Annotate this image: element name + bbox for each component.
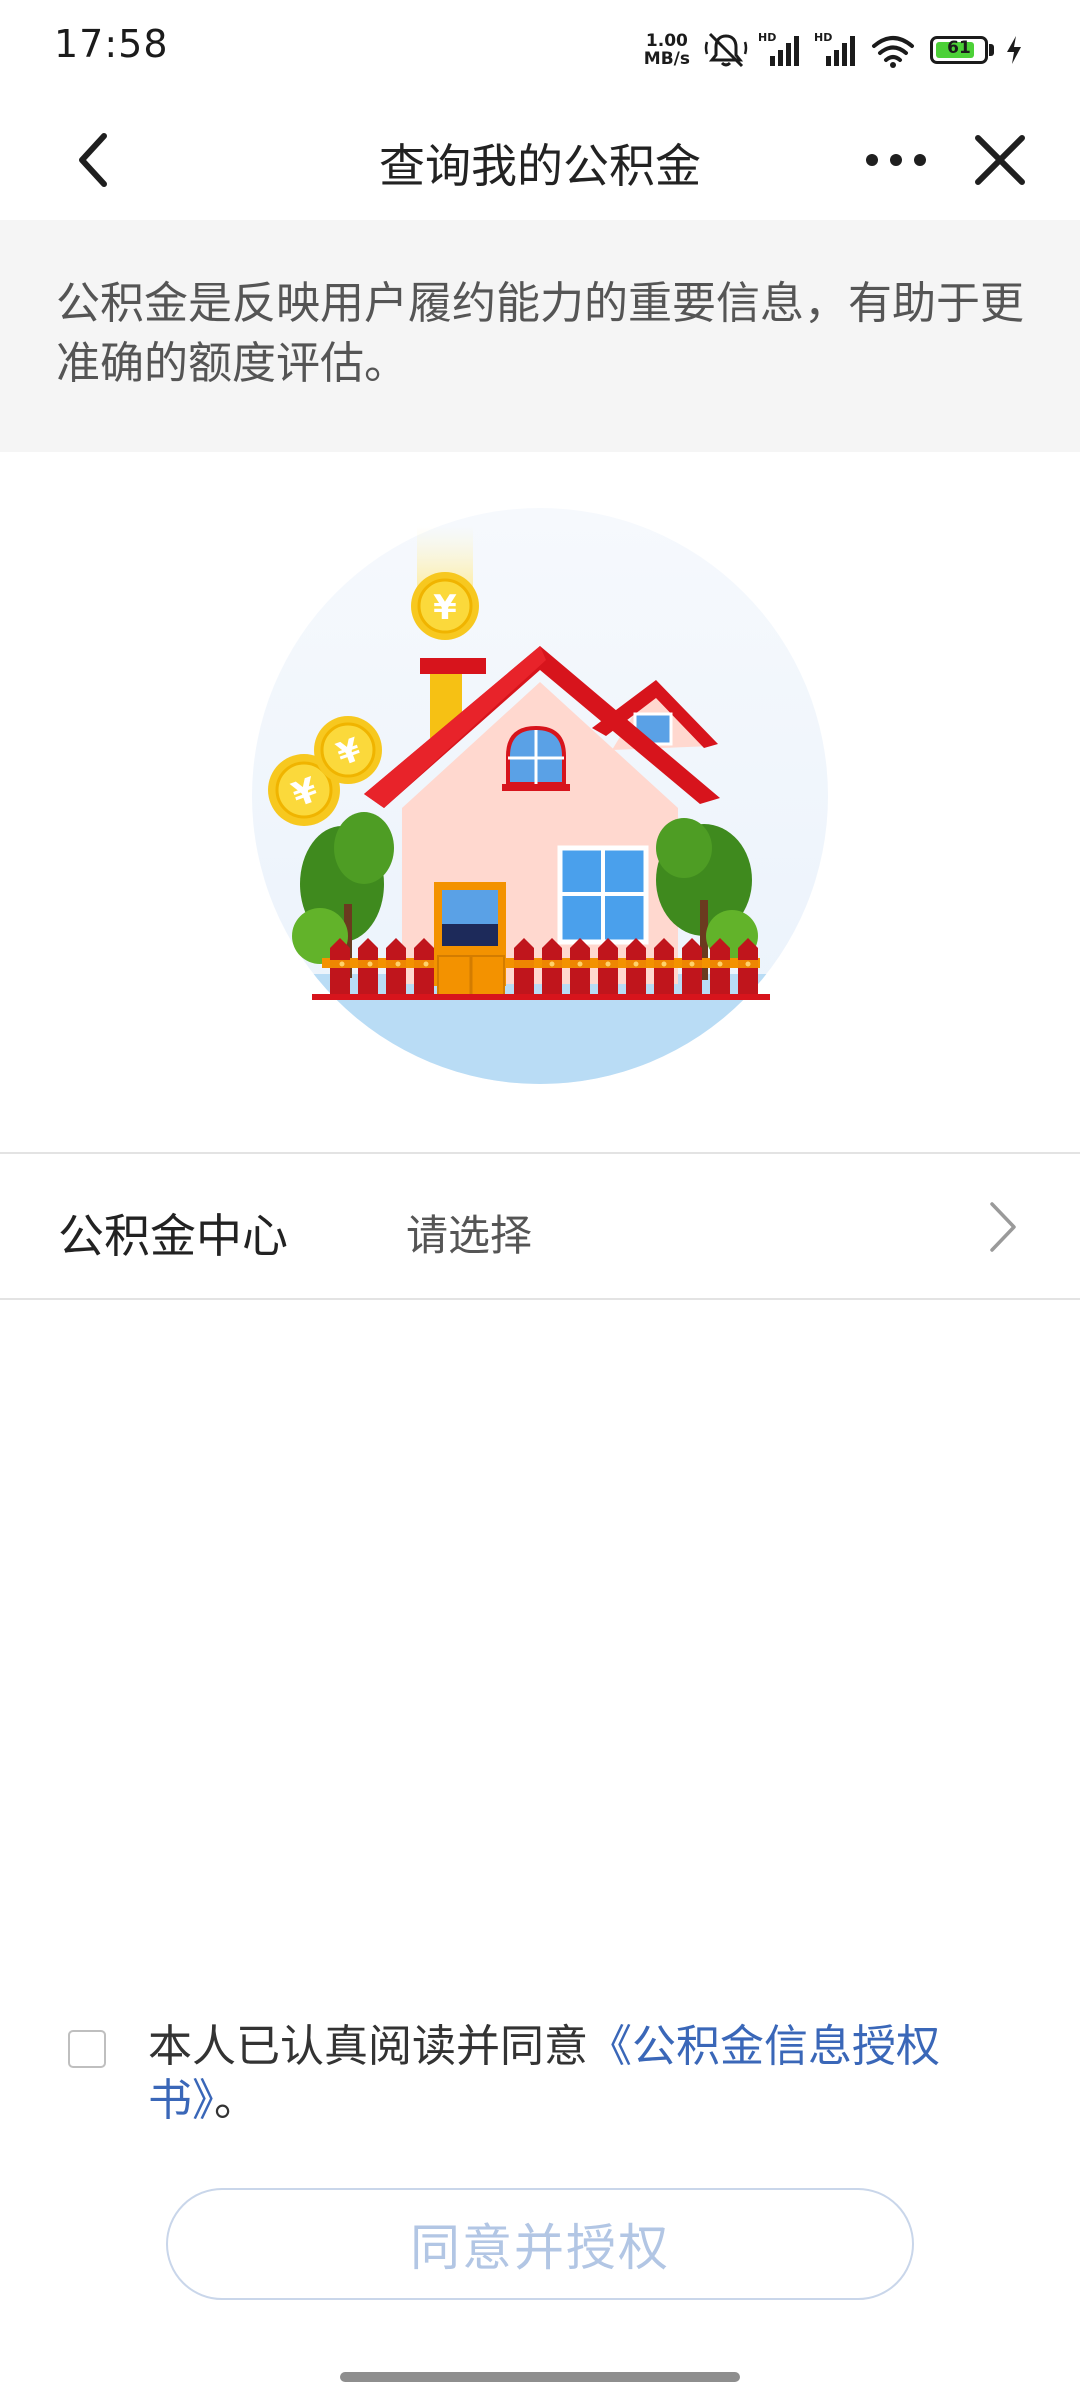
signal-hd-icon: HD	[814, 31, 855, 66]
agreement-text-prefix: 本人已认真阅读并同意	[148, 2021, 588, 2072]
divider	[0, 1298, 1080, 1300]
agreement-checkbox[interactable]	[68, 2030, 106, 2068]
battery-cap	[989, 44, 994, 56]
network-speed-value: 1.00	[645, 31, 688, 51]
signal-hd-label: HD	[758, 31, 776, 44]
notice-text: 公积金是反映用户履约能力的重要信息，有助于更准确的额度评估。	[56, 278, 1024, 389]
status-icons: 1.00 MB/s HD HD 61	[644, 28, 1024, 72]
close-icon[interactable]	[962, 122, 1038, 198]
svg-text:¥: ¥	[433, 588, 457, 628]
signal-hd-icon: HD	[758, 31, 799, 66]
network-speed-unit: MB/s	[643, 49, 690, 69]
chevron-right-icon[interactable]	[978, 1198, 1028, 1256]
network-speed: 1.00 MB/s	[644, 32, 690, 68]
more-icon[interactable]	[856, 122, 936, 198]
fund-center-select[interactable]: 公积金中心 请选择	[0, 1154, 1080, 1300]
fund-center-placeholder[interactable]: 请选择	[406, 1202, 532, 1263]
coin-icon: ¥	[411, 572, 479, 640]
nav-bar: 查询我的公积金	[0, 100, 1080, 220]
coin-icon: ¥	[314, 716, 382, 784]
home-indicator[interactable]	[340, 2372, 740, 2382]
info-notice: 公积金是反映用户履约能力的重要信息，有助于更准确的额度评估。	[0, 220, 1080, 452]
status-time: 17:58	[54, 22, 169, 66]
agreement-text-suffix: 。	[214, 2075, 258, 2126]
agreement-text: 本人已认真阅读并同意《公积金信息授权书》。	[148, 2020, 1008, 2128]
battery-icon: 61	[930, 36, 988, 64]
charging-icon	[1007, 36, 1021, 64]
battery-level: 61	[947, 38, 971, 58]
wifi-icon	[872, 36, 914, 68]
status-bar: 17:58 1.00 MB/s HD HD 61	[0, 0, 1080, 100]
agree-authorize-button[interactable]: 同意并授权	[166, 2188, 914, 2300]
agree-authorize-label: 同意并授权	[410, 2219, 670, 2277]
mute-icon	[704, 32, 748, 68]
house-coins-illustration: ¥ ¥ ¥	[252, 508, 828, 1084]
signal-hd-label: HD	[814, 31, 832, 44]
fund-center-label: 公积金中心	[58, 1209, 288, 1263]
